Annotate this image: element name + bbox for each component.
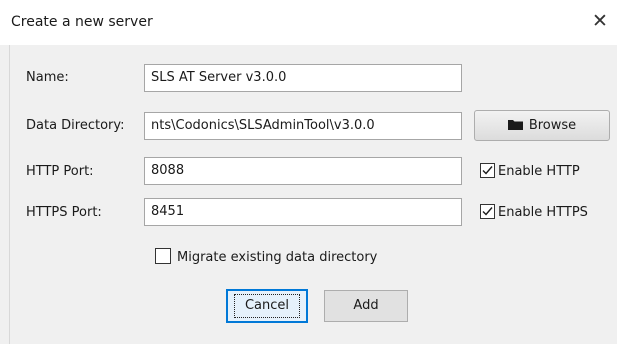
- data-directory-input-value: nts\Codonics\SLSAdminTool\v3.0.0: [151, 118, 375, 133]
- http-port-input[interactable]: 8088: [144, 157, 462, 185]
- close-icon[interactable]: ✕: [587, 8, 613, 34]
- enable-http-check-icon: [480, 163, 495, 178]
- enable-https-checkbox[interactable]: Enable HTTPS: [480, 204, 588, 220]
- folder-icon: [507, 119, 523, 130]
- enable-http-label: Enable HTTP: [498, 164, 580, 179]
- http-port-label: HTTP Port:: [26, 164, 94, 179]
- create-server-dialog: Create a new server ✕ Name: SLS AT Serve…: [0, 0, 617, 344]
- https-port-label: HTTPS Port:: [26, 205, 102, 220]
- enable-http-checkbox[interactable]: Enable HTTP: [480, 163, 580, 179]
- migrate-data-directory-checkbox[interactable]: Migrate existing data directory: [155, 248, 377, 265]
- browse-button[interactable]: Browse: [474, 110, 610, 141]
- https-port-input-value: 8451: [151, 204, 185, 219]
- data-directory-label: Data Directory:: [26, 118, 125, 133]
- dialog-title: Create a new server: [11, 14, 153, 30]
- http-port-input-value: 8088: [151, 163, 185, 178]
- dialog-left-border: [9, 45, 10, 344]
- enable-https-check-icon: [480, 204, 495, 219]
- https-port-input[interactable]: 8451: [144, 198, 462, 226]
- migrate-label: Migrate existing data directory: [177, 250, 378, 265]
- name-label: Name:: [26, 70, 69, 85]
- name-input[interactable]: SLS AT Server v3.0.0: [144, 64, 462, 92]
- add-button[interactable]: Add: [324, 290, 408, 322]
- browse-label: Browse: [528, 118, 577, 133]
- title-bar: Create a new server ✕: [0, 0, 617, 45]
- cancel-label: Cancel: [233, 294, 301, 318]
- enable-https-label: Enable HTTPS: [498, 205, 588, 220]
- name-input-value: SLS AT Server v3.0.0: [151, 70, 287, 85]
- add-label: Add: [353, 298, 379, 313]
- data-directory-input[interactable]: nts\Codonics\SLSAdminTool\v3.0.0: [144, 112, 462, 140]
- cancel-button[interactable]: Cancel: [226, 289, 308, 323]
- migrate-checkbox-box: [155, 248, 171, 264]
